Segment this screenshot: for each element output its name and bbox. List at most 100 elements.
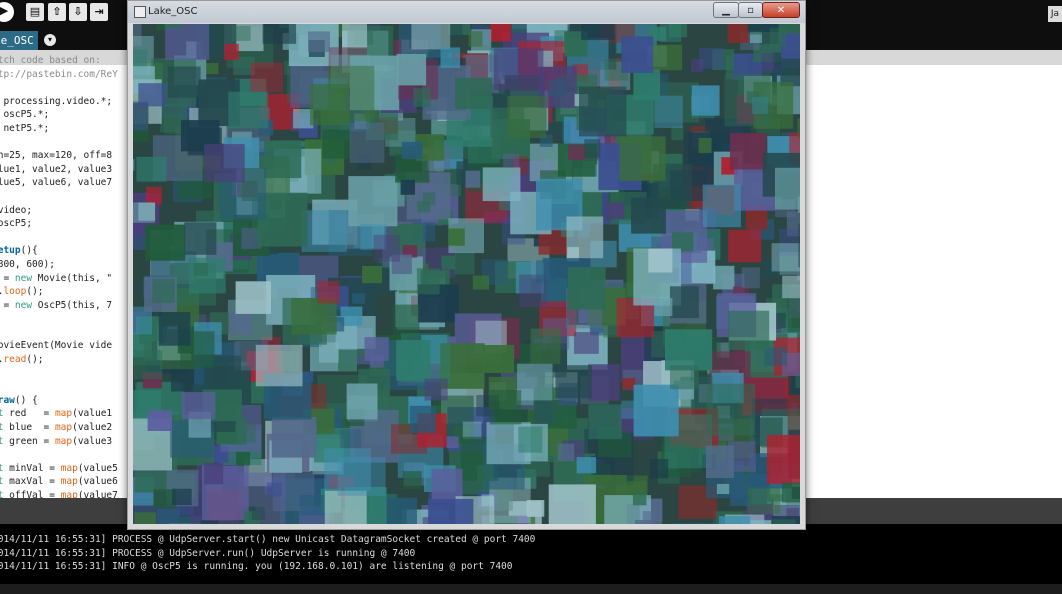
mosaic-tile	[518, 426, 543, 453]
new-sketch-button[interactable]: ▤	[26, 3, 44, 21]
code-token: blue =	[9, 422, 55, 434]
code-token: draw	[0, 394, 15, 406]
mosaic-tile	[493, 48, 544, 90]
mosaic-tile	[193, 263, 208, 277]
mosaic-tile	[671, 126, 684, 141]
code-line: o.loop();	[0, 285, 140, 299]
mosaic-tile	[665, 329, 713, 371]
mosaic-tile	[621, 36, 654, 73]
code-line: o = new Movie(this, "	[0, 272, 140, 286]
code-token: maxVal =	[9, 476, 61, 488]
mosaic-tile	[339, 429, 362, 448]
mosaic-tile	[252, 506, 265, 520]
mosaic-tile	[455, 77, 492, 109]
mosaic-tile	[264, 140, 302, 179]
save-sketch-button[interactable]: ⇩	[69, 3, 87, 21]
code-line: at red = map(value1	[0, 407, 140, 421]
mosaic-tile	[267, 482, 282, 497]
mosaic-tile	[719, 516, 751, 524]
mosaic-tile	[167, 66, 201, 98]
mosaic-tile	[411, 24, 451, 50]
console-line: 2014/11/11 16:55:31] PROCESS @ UdpServer…	[0, 534, 536, 545]
console-line: 2014/11/11 16:55:31] INFO @ OscP5 is run…	[0, 561, 513, 573]
mosaic-tile	[396, 53, 427, 86]
mosaic-tile	[761, 53, 776, 70]
console-output[interactable]: 2014/11/11 16:55:31] PROCESS @ UdpServer…	[0, 524, 1062, 584]
mosaic-visual	[133, 24, 800, 524]
code-line: t oscP5.*;	[0, 108, 140, 122]
mosaic-tile	[702, 184, 741, 228]
sketch-window[interactable]: Lake_OSC ▁ ▫ ✕	[127, 0, 806, 530]
mosaic-tile	[670, 286, 699, 319]
code-token: o =	[3, 272, 10, 284]
maximize-button[interactable]: ▫	[738, 2, 763, 18]
mosaic-tile	[798, 223, 800, 268]
code-line: t processing.video.*;	[0, 95, 140, 109]
code-token: new	[14, 272, 33, 284]
mosaic-tile	[262, 24, 297, 44]
mosaic-tile	[228, 311, 252, 335]
mosaic-tile	[236, 451, 251, 466]
mosaic-tile	[670, 365, 699, 390]
mosaic-tile	[416, 268, 440, 295]
mosaic-tile	[250, 62, 283, 93]
code-token: 5 =	[3, 299, 10, 311]
mosaic-tile	[588, 364, 620, 401]
code-token: ();	[26, 354, 44, 366]
tab-menu-icon[interactable]: ▾	[44, 34, 56, 46]
code-token: map	[54, 408, 73, 420]
open-sketch-button[interactable]: ⇧	[48, 3, 66, 21]
mosaic-tile	[235, 281, 271, 314]
mosaic-tile	[235, 424, 256, 443]
mosaic-tile	[605, 202, 625, 219]
mosaic-tile	[698, 137, 712, 154]
mosaic-tile	[401, 141, 423, 160]
tab-lake-osc[interactable]: ke_OSC	[0, 31, 38, 50]
mosaic-tile	[741, 267, 760, 289]
export-sketch-button[interactable]: ⇥	[90, 3, 108, 21]
window-titlebar[interactable]: Lake_OSC ▁ ▫ ✕	[128, 1, 805, 23]
mosaic-tile	[134, 512, 156, 524]
window-app-icon	[134, 6, 146, 18]
mosaic-tile	[324, 448, 371, 491]
mosaic-tile	[348, 176, 398, 227]
run-button[interactable]: ▶	[0, 2, 14, 22]
mosaic-tile	[349, 122, 385, 163]
mosaic-tile	[205, 63, 219, 75]
mosaic-tile	[775, 167, 800, 210]
mosaic-tile	[172, 488, 192, 506]
mosaic-tile	[319, 342, 339, 363]
minimize-button[interactable]: ▁	[713, 2, 739, 18]
mosaic-tile	[660, 24, 682, 42]
mosaic-tile	[255, 344, 303, 387]
code-line: video;	[0, 204, 140, 218]
mosaic-tile	[654, 95, 683, 129]
close-button[interactable]: ✕	[762, 2, 800, 18]
code-token: minVal =	[9, 462, 61, 474]
code-line: at maxVal = map(value6	[0, 475, 140, 489]
code-token: oscP5.*;	[3, 109, 50, 121]
mosaic-tile	[648, 248, 673, 273]
code-text[interactable]: itch code based on: ttp://pastebin.com/Re…	[0, 54, 140, 503]
code-token: (800, 600);	[0, 258, 55, 270]
bottom-bar	[0, 584, 1062, 594]
mosaic-tile	[728, 229, 762, 263]
mosaic-tile	[200, 520, 219, 524]
mosaic-tile	[465, 170, 481, 188]
mode-selector-button[interactable]: Ja	[1048, 6, 1062, 22]
mosaic-tile	[557, 443, 575, 461]
sketch-canvas[interactable]	[133, 24, 800, 524]
mosaic-tile	[164, 24, 182, 28]
mosaic-tile	[181, 392, 216, 420]
mosaic-tile	[567, 267, 606, 310]
code-token: alue5, value6, value7	[0, 177, 113, 189]
mosaic-tile	[619, 136, 666, 181]
mosaic-tile	[308, 31, 330, 52]
mosaic-tile	[588, 404, 622, 440]
mosaic-tile	[724, 73, 771, 127]
mosaic-tile	[428, 498, 474, 524]
